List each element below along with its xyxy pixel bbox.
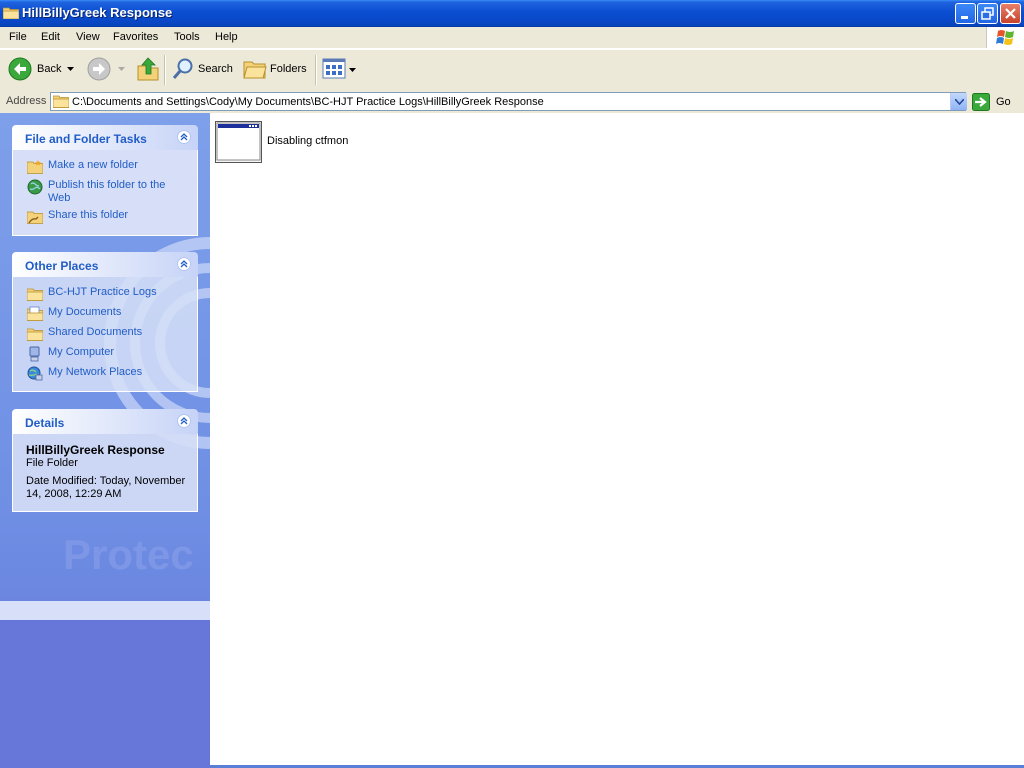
file-name: Disabling ctfmon [267,135,349,147]
forward-dropdown-icon[interactable] [118,67,126,72]
back-button[interactable]: Back [6,56,66,82]
menu-tools[interactable]: Tools [174,31,200,43]
search-label: Search [198,63,233,75]
file-tasks-title: File and Folder Tasks [25,132,147,146]
task-make-new-folder[interactable]: Make a new folder [48,159,138,172]
folders-label: Folders [270,63,307,75]
menu-view[interactable]: View [76,31,100,43]
shared-folder-icon [27,328,43,341]
folders-icon [243,61,267,79]
folder-icon [53,95,69,108]
restore-icon [981,7,994,20]
details-panel: HillBillyGreek Response File Folder Date… [12,434,198,512]
forward-arrow-icon[interactable] [87,57,111,81]
chevron-down-icon [955,99,964,105]
folder-icon [3,7,19,19]
file-tasks-header[interactable]: File and Folder Tasks [12,125,198,150]
restore-button[interactable] [977,3,998,24]
address-bar: Address C:\Documents and Settings\Cody\M… [0,91,1024,113]
file-view: Disabling ctfmon [210,113,1024,768]
search-icon [172,58,193,79]
other-places-title: Other Places [25,259,99,273]
other-places-header[interactable]: Other Places [12,252,198,277]
views-button[interactable] [322,58,358,82]
folder-icon [27,288,43,301]
place-my-network-places[interactable]: My Network Places [48,366,142,379]
close-button[interactable] [1000,3,1021,24]
go-label: Go [996,96,1011,108]
minimize-button[interactable] [955,3,976,24]
details-header[interactable]: Details [12,409,198,434]
address-dropdown-button[interactable] [950,93,967,110]
details-date-modified: Date Modified: Today, November 14, 2008,… [26,475,186,500]
my-documents-icon [27,306,43,321]
share-folder-icon [27,211,43,224]
window-title: HillBillyGreek Response [22,5,173,20]
details-title: Details [25,416,65,430]
search-button[interactable]: Search [170,56,236,82]
place-shared-documents[interactable]: Shared Documents [48,326,142,339]
file-tasks-panel: Make a new folder Publish this folder to… [12,150,198,236]
go-button[interactable]: Go [970,92,1020,112]
back-arrow-icon [8,57,32,81]
views-dropdown-icon [349,68,356,72]
place-my-computer[interactable]: My Computer [48,346,114,359]
menu-favorites[interactable]: Favorites [113,31,158,43]
collapse-chevron-icon[interactable] [177,257,191,271]
menu-bar: File Edit View Favorites Tools Help [0,27,1024,49]
collapse-chevron-icon[interactable] [177,414,191,428]
place-bc-hjt-practice-logs[interactable]: BC-HJT Practice Logs [48,286,157,299]
network-icon [27,366,43,381]
address-input[interactable]: C:\Documents and Settings\Cody\My Docume… [50,92,967,111]
up-folder-icon[interactable] [136,56,160,82]
window-thumbnail-icon [215,121,262,163]
menu-file[interactable]: File [9,31,27,43]
collapse-chevron-icon[interactable] [177,130,191,144]
windows-flag-icon [996,30,1014,45]
address-path: C:\Documents and Settings\Cody\My Docume… [72,96,544,108]
toolbar-separator [315,55,317,85]
details-folder-name: HillBillyGreek Response [26,443,165,457]
menu-edit[interactable]: Edit [41,31,60,43]
place-my-documents[interactable]: My Documents [48,306,121,319]
toolbar: Back Search Folders [0,49,1024,92]
address-label: Address [6,95,47,107]
title-bar[interactable]: HillBillyGreek Response [0,0,1024,27]
back-dropdown-icon[interactable] [67,67,75,72]
file-item[interactable]: Disabling ctfmon [214,119,364,167]
toolbar-separator [164,55,166,85]
task-publish-folder-web[interactable]: Publish this folder to the Web [48,179,188,205]
new-folder-icon [27,160,43,174]
computer-icon [29,346,40,362]
watermark-text: Protec [63,531,194,578]
folders-button[interactable]: Folders [242,56,308,82]
globe-icon [27,179,43,195]
close-icon [1005,8,1016,19]
details-folder-type: File Folder [26,457,78,469]
minimize-icon [961,16,968,19]
go-arrow-icon [972,93,990,111]
task-pane: Protec File and Folder Tasks Make a new … [0,113,210,768]
task-share-folder[interactable]: Share this folder [48,209,128,222]
back-label: Back [37,63,62,75]
pane-lower-band [0,620,210,768]
views-icon [322,58,346,79]
windows-logo [986,27,1024,48]
menu-help[interactable]: Help [215,31,238,43]
other-places-panel: BC-HJT Practice Logs My Documents Shared… [12,277,198,392]
